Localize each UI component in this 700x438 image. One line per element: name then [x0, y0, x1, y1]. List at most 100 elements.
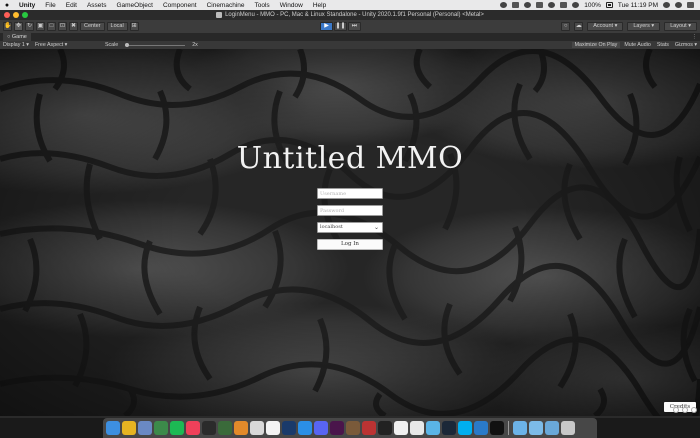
android-studio-icon[interactable]	[154, 421, 168, 435]
hand-tool-icon[interactable]: ✋	[3, 22, 12, 31]
downloads-folder-icon[interactable]	[545, 421, 559, 435]
step-button[interactable]: ⏭	[348, 22, 361, 31]
photoshop-icon[interactable]	[282, 421, 296, 435]
app-icon-3[interactable]	[426, 421, 440, 435]
vscode-icon[interactable]	[474, 421, 488, 435]
grid-snap-icon[interactable]: ⊞	[129, 22, 139, 31]
battery-percent: 100%	[584, 1, 601, 9]
trash-icon[interactable]	[561, 421, 575, 435]
discord-icon[interactable]	[314, 421, 328, 435]
spotify-icon[interactable]	[170, 421, 184, 435]
game-view-toggles: Maximize On Play Mute Audio Stats Gizmos	[571, 42, 700, 48]
terminal-icon[interactable]	[202, 421, 216, 435]
bluetooth-icon[interactable]	[548, 2, 556, 8]
game-view-tab-bar: ○ Game ⋮	[0, 33, 700, 41]
menu-edit[interactable]: Edit	[61, 2, 82, 9]
app-icon-1[interactable]	[218, 421, 232, 435]
status-app-icon[interactable]	[500, 2, 508, 8]
space-toggle-button[interactable]: Local	[106, 22, 128, 31]
scale-tool-icon[interactable]: ▣	[36, 22, 45, 31]
unity-toolbar: ✋ ✥ ↻ ▣ □ ⊡ ✖ Center Local ⊞ ▶ ❚❚ ⏭ ○ ☁ …	[0, 20, 700, 33]
menu-component[interactable]: Component	[158, 2, 202, 9]
pivot-toggle-button[interactable]: Center	[80, 22, 105, 31]
username-input[interactable]	[317, 188, 383, 199]
spotlight-search-icon[interactable]	[675, 2, 682, 8]
lighting-icon[interactable]	[691, 407, 697, 413]
finder-icon[interactable]	[106, 421, 120, 435]
menu-cinemachine[interactable]: Cinemachine	[202, 2, 250, 9]
unity-icon[interactable]	[490, 421, 504, 435]
aspect-dropdown[interactable]: Free Aspect	[32, 42, 102, 48]
user-icon[interactable]	[663, 2, 670, 8]
menu-help[interactable]: Help	[308, 2, 331, 9]
console-icon[interactable]	[682, 407, 688, 413]
login-button[interactable]: Log In	[317, 239, 383, 250]
unity-document-icon	[216, 12, 223, 18]
scale-slider[interactable]	[125, 42, 186, 47]
maximize-window-button[interactable]	[22, 12, 28, 18]
folder-icon[interactable]	[513, 421, 527, 435]
minimize-window-button[interactable]	[13, 12, 19, 18]
game-canvas[interactable]: Untitled MMO localhost ⌄ Log In Credits	[0, 49, 700, 416]
gizmos-dropdown[interactable]: Gizmos	[672, 42, 700, 48]
status-app-icon[interactable]	[512, 2, 520, 8]
preview-icon[interactable]	[138, 421, 152, 435]
scale-value: 2x	[192, 42, 198, 48]
tab-menu-icon[interactable]: ⋮	[692, 34, 700, 40]
volume-icon[interactable]	[572, 2, 580, 8]
menu-tools[interactable]: Tools	[250, 2, 275, 9]
app-icon-2[interactable]	[362, 421, 376, 435]
home-folder-icon[interactable]	[529, 421, 543, 435]
clock[interactable]: Tue 11:19 PM	[618, 2, 658, 9]
close-window-button[interactable]	[4, 12, 10, 18]
books-icon[interactable]	[250, 421, 264, 435]
cloud-icon[interactable]: ☁	[574, 22, 584, 31]
chrome-icon[interactable]	[122, 421, 136, 435]
notes-icon[interactable]	[410, 421, 424, 435]
account-dropdown[interactable]: Account	[587, 22, 624, 31]
menu-file[interactable]: File	[40, 2, 60, 9]
control-center-icon[interactable]	[687, 2, 694, 8]
custom-tool-icon[interactable]: ✖	[69, 22, 78, 31]
stats-toggle[interactable]: Stats	[654, 42, 672, 48]
menu-gameobject[interactable]: GameObject	[111, 2, 158, 9]
tab-game-label: Game	[11, 34, 27, 40]
minecraft-icon[interactable]	[346, 421, 360, 435]
status-app-icon[interactable]	[524, 2, 532, 8]
game-title: Untitled MMO	[236, 141, 464, 176]
calendar-icon[interactable]	[266, 421, 280, 435]
display-dropdown[interactable]: Display 1	[0, 42, 32, 48]
menu-status-area: 100% Tue 11:19 PM	[500, 2, 700, 9]
tab-game[interactable]: ○ Game	[3, 33, 31, 41]
wifi-icon[interactable]	[560, 2, 568, 8]
music-icon[interactable]	[186, 421, 200, 435]
move-tool-icon[interactable]: ✥	[14, 22, 23, 31]
password-input[interactable]	[317, 205, 383, 216]
pause-button[interactable]: ❚❚	[334, 22, 347, 31]
app-store-icon[interactable]	[298, 421, 312, 435]
skype-icon[interactable]	[458, 421, 472, 435]
pycharm-icon[interactable]	[378, 421, 392, 435]
server-dropdown[interactable]: localhost ⌄	[317, 222, 383, 233]
apple-menu-icon[interactable]: ●	[0, 2, 14, 9]
rect-tool-icon[interactable]: □	[47, 22, 56, 31]
layout-dropdown[interactable]: Layout	[664, 22, 697, 31]
sublime-icon[interactable]	[234, 421, 248, 435]
battery-icon[interactable]	[605, 2, 613, 8]
layers-dropdown[interactable]: Layers	[627, 22, 661, 31]
transform-tool-icon[interactable]: ⊡	[58, 22, 67, 31]
mute-audio-toggle[interactable]: Mute Audio	[621, 42, 654, 48]
maximize-on-play-toggle[interactable]: Maximize On Play	[571, 42, 621, 48]
steam-icon[interactable]	[442, 421, 456, 435]
typora-icon[interactable]	[394, 421, 408, 435]
rotate-tool-icon[interactable]: ↻	[25, 22, 34, 31]
slack-icon[interactable]	[330, 421, 344, 435]
window-controls	[4, 12, 28, 18]
collab-icon[interactable]: ○	[561, 22, 571, 31]
menu-window[interactable]: Window	[275, 2, 308, 9]
progress-icon[interactable]	[673, 407, 679, 413]
status-app-icon[interactable]	[536, 2, 544, 8]
menu-unity[interactable]: Unity	[14, 2, 40, 9]
menu-assets[interactable]: Assets	[82, 2, 112, 9]
play-button[interactable]: ▶	[320, 22, 333, 31]
